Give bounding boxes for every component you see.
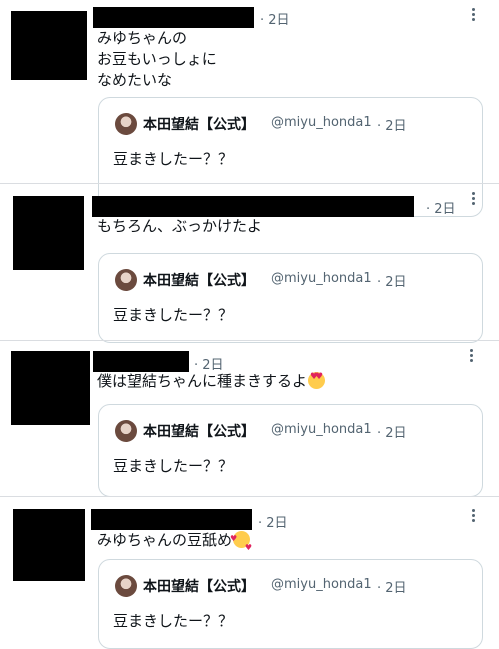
quoted-user-avatar[interactable] xyxy=(115,420,137,442)
tweet-text-content: 僕は望結ちゃんに種まきするよ xyxy=(97,372,308,390)
redacted-username[interactable] xyxy=(93,7,254,28)
quoted-user-name[interactable]: 本田望結【公式】 xyxy=(143,576,255,596)
quoted-user-handle: @miyu_honda1 xyxy=(271,271,372,286)
quoted-user-name[interactable]: 本田望結【公式】 xyxy=(143,114,255,134)
quoted-user-handle: @miyu_honda1 xyxy=(271,577,372,592)
tweet-text: みゆちゃんの お豆もいっしょに なめたいな xyxy=(97,29,217,89)
quoted-timestamp: · 2日 xyxy=(377,119,407,134)
reply-tweet[interactable]: · 2日 みゆちゃんの豆舐め 本田望結【公式】 @miyu_honda1 · 2… xyxy=(0,497,499,649)
quoted-user-avatar[interactable] xyxy=(115,575,137,597)
more-options-icon[interactable] xyxy=(472,192,476,208)
tweet-timestamp[interactable]: · 2日 xyxy=(426,198,456,217)
redacted-avatar[interactable] xyxy=(11,11,87,80)
redacted-username[interactable] xyxy=(91,509,252,530)
quoted-tweet-card[interactable]: 本田望結【公式】 @miyu_honda1 · 2日 豆まきしたー？？ xyxy=(98,253,483,343)
tweet-text-content: みゆちゃんの豆舐め xyxy=(97,531,233,549)
tweet-text: もちろん、ぶっかけたよ xyxy=(97,217,263,235)
quoted-user-avatar[interactable] xyxy=(115,113,137,135)
quoted-user-name[interactable]: 本田望結【公式】 xyxy=(143,270,255,290)
tweet-text: 僕は望結ちゃんに種まきするよ xyxy=(97,371,326,392)
tweet-timestamp[interactable]: · 2日 xyxy=(258,512,288,531)
quoted-tweet-text: 豆まきしたー？？ xyxy=(113,150,234,168)
reply-tweet[interactable]: · 2日 みゆちゃんの お豆もいっしょに なめたいな 本田望結【公式】 @miy… xyxy=(0,0,499,217)
smiling-face-with-hearts-emoji-icon xyxy=(230,528,252,558)
redacted-avatar[interactable] xyxy=(11,351,90,425)
quoted-timestamp: · 2日 xyxy=(377,426,407,441)
quoted-timestamp: · 2日 xyxy=(377,581,407,596)
tweet-timestamp[interactable]: · 2日 xyxy=(260,9,290,28)
quoted-tweet-text: 豆まきしたー？？ xyxy=(113,457,234,475)
tweet-text: みゆちゃんの豆舐め xyxy=(97,528,252,558)
redacted-avatar[interactable] xyxy=(13,509,85,581)
redacted-username[interactable] xyxy=(93,351,189,372)
quoted-tweet-card[interactable]: 本田望結【公式】 @miyu_honda1 · 2日 豆まきしたー？？ xyxy=(98,404,483,497)
quoted-tweet-text: 豆まきしたー？？ xyxy=(113,306,234,324)
reply-tweet[interactable]: · 2日 もちろん、ぶっかけたよ 本田望結【公式】 @miyu_honda1 ·… xyxy=(0,184,499,343)
more-options-icon[interactable] xyxy=(472,509,476,525)
quoted-tweet-card[interactable]: 本田望結【公式】 @miyu_honda1 · 2日 豆まきしたー？？ xyxy=(98,559,483,649)
quoted-tweet-text: 豆まきしたー？？ xyxy=(113,612,234,630)
redacted-avatar[interactable] xyxy=(13,196,84,270)
quoted-timestamp: · 2日 xyxy=(377,275,407,290)
heart-eyes-emoji-icon xyxy=(308,372,326,389)
reply-tweet[interactable]: · 2日 僕は望結ちゃんに種まきするよ 本田望結【公式】 @miyu_honda… xyxy=(0,341,499,497)
quoted-user-handle: @miyu_honda1 xyxy=(271,115,372,130)
redacted-username[interactable] xyxy=(92,196,414,217)
quoted-user-name[interactable]: 本田望結【公式】 xyxy=(143,421,255,441)
quoted-user-handle: @miyu_honda1 xyxy=(271,422,372,437)
more-options-icon[interactable] xyxy=(472,8,476,24)
more-options-icon[interactable] xyxy=(470,349,474,365)
quoted-user-avatar[interactable] xyxy=(115,269,137,291)
